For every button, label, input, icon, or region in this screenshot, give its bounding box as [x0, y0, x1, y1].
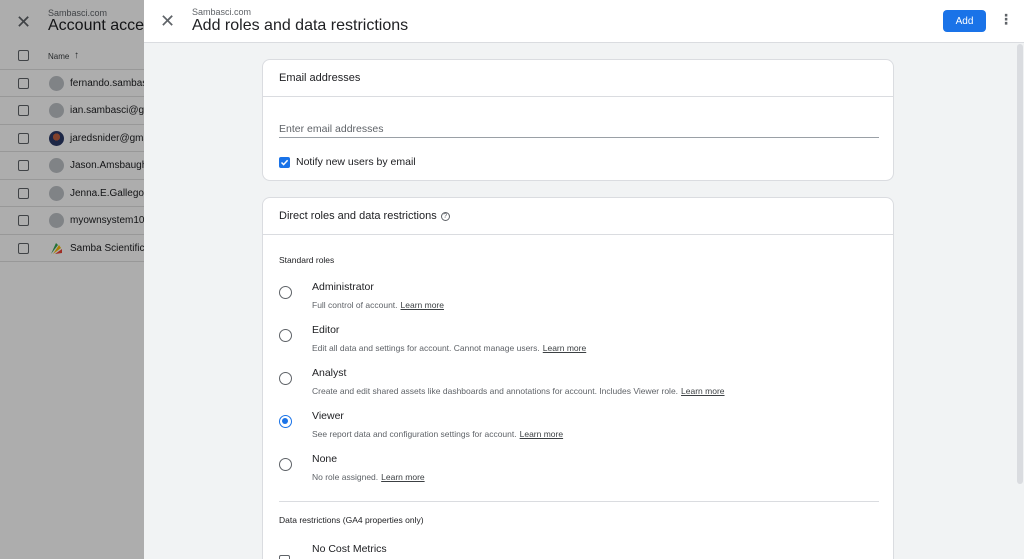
learn-more-link[interactable]: Learn more — [520, 429, 563, 439]
data-restrictions-label: Data restrictions (GA4 properties only) — [279, 515, 424, 525]
card-title: Email addresses — [279, 72, 361, 84]
learn-more-link[interactable]: Learn more — [381, 472, 424, 482]
checkbox-checked-icon[interactable] — [279, 157, 290, 168]
role-name: None — [312, 453, 338, 465]
help-icon[interactable]: ? — [440, 212, 450, 221]
panel-subtitle: Sambasci.com — [192, 7, 252, 17]
card-header: Direct roles and data restrictions? — [263, 198, 893, 235]
role-name: Editor — [312, 324, 340, 336]
roles-card: Direct roles and data restrictions? Stan… — [262, 197, 894, 559]
radio-button[interactable] — [279, 372, 292, 385]
role-option-none[interactable]: None No role assigned. Learn more — [279, 453, 879, 489]
panel-title: Add roles and data restrictions — [192, 17, 409, 34]
role-name: Viewer — [312, 410, 344, 422]
restriction-name: No Cost Metrics — [312, 543, 387, 555]
standard-roles-label: Standard roles — [279, 255, 335, 265]
role-description-text: Edit all data and settings for account. … — [312, 343, 540, 353]
divider — [279, 501, 879, 502]
radio-button[interactable] — [279, 329, 292, 342]
role-name: Analyst — [312, 367, 347, 379]
scrollbar[interactable] — [1016, 44, 1024, 559]
role-description: No role assigned. Learn more — [312, 472, 425, 482]
scrollbar-thumb[interactable] — [1017, 44, 1023, 484]
learn-more-link[interactable]: Learn more — [401, 300, 444, 310]
role-option-administrator[interactable]: Administrator Full control of account. Le… — [279, 281, 879, 317]
restriction-no-cost-metrics[interactable]: No Cost Metrics — [279, 543, 879, 559]
email-addresses-card: Email addresses Notify new users by emai… — [262, 59, 894, 181]
role-option-editor[interactable]: Editor Edit all data and settings for ac… — [279, 324, 879, 360]
role-description: See report data and configuration settin… — [312, 429, 563, 439]
card-title: Direct roles and data restrictions? — [279, 210, 450, 222]
role-description-text: See report data and configuration settin… — [312, 429, 517, 439]
more-vert-icon[interactable]: ⋮ — [999, 12, 1013, 26]
close-icon[interactable]: ✕ — [160, 12, 175, 30]
radio-button[interactable] — [279, 286, 292, 299]
role-description: Create and edit shared assets like dashb… — [312, 386, 725, 396]
email-input[interactable] — [279, 120, 879, 138]
card-title-text: Direct roles and data restrictions — [279, 210, 437, 222]
notify-label: Notify new users by email — [296, 156, 416, 168]
learn-more-link[interactable]: Learn more — [543, 343, 586, 353]
panel-header: ✕ Sambasci.com Add roles and data restri… — [144, 0, 1024, 43]
learn-more-link[interactable]: Learn more — [681, 386, 724, 396]
radio-button-selected[interactable] — [279, 415, 292, 428]
role-option-viewer[interactable]: Viewer See report data and configuration… — [279, 410, 879, 446]
role-description: Full control of account. Learn more — [312, 300, 444, 310]
radio-button[interactable] — [279, 458, 292, 471]
role-description: Edit all data and settings for account. … — [312, 343, 586, 353]
add-roles-panel: ✕ Sambasci.com Add roles and data restri… — [144, 0, 1024, 559]
card-header: Email addresses — [263, 60, 893, 97]
role-option-analyst[interactable]: Analyst Create and edit shared assets li… — [279, 367, 879, 403]
restriction-checkbox[interactable] — [279, 555, 290, 559]
role-description-text: Full control of account. — [312, 300, 398, 310]
add-button[interactable]: Add — [943, 10, 986, 32]
role-description-text: Create and edit shared assets like dashb… — [312, 386, 679, 396]
role-description-text: No role assigned. — [312, 472, 379, 482]
role-name: Administrator — [312, 281, 374, 293]
